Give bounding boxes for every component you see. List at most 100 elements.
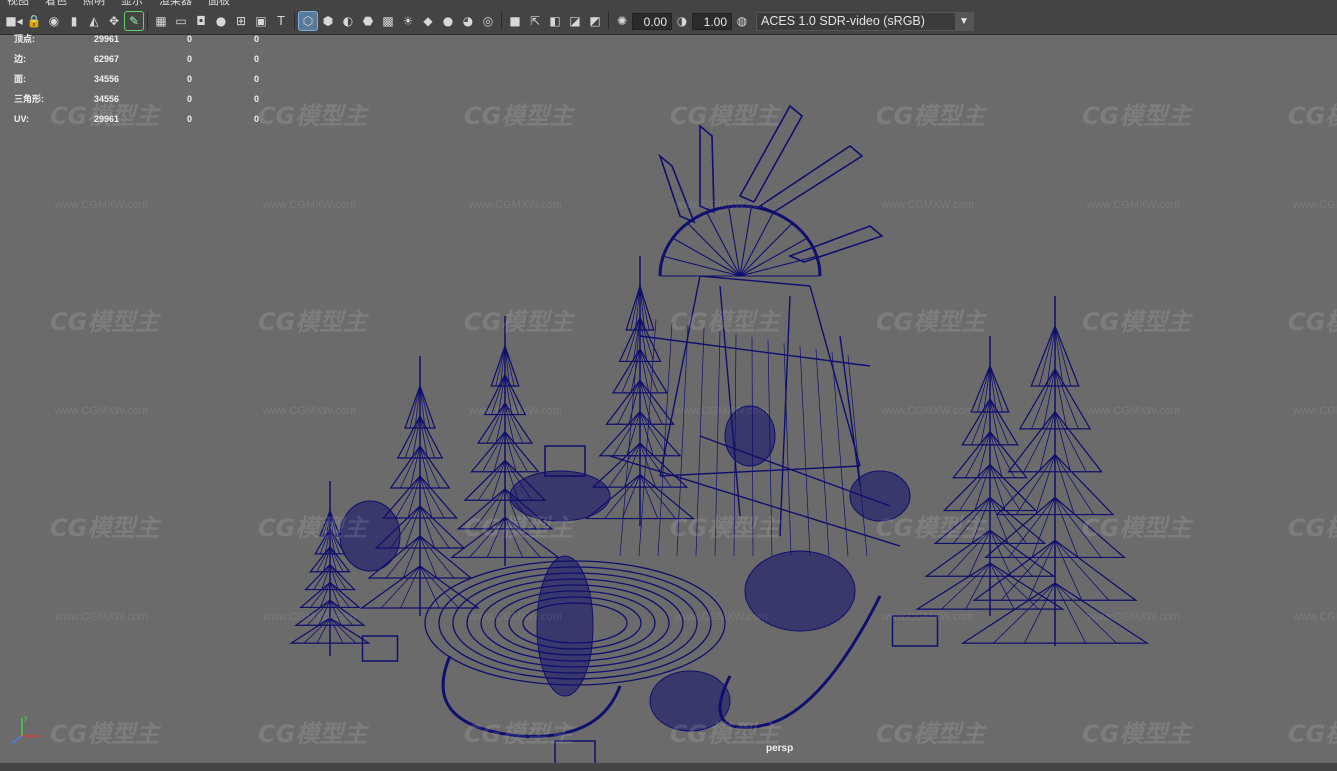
- isolate-select-icon[interactable]: ⇱: [526, 12, 544, 30]
- exposure-icon[interactable]: ✺: [613, 12, 631, 30]
- hud-z1: 0: [187, 74, 193, 84]
- wireframe-icon[interactable]: ⬡: [298, 11, 318, 31]
- watermark-logo: CG模型主: [258, 514, 368, 542]
- watermark-url: www.CGMXW.com: [55, 611, 148, 623]
- watermark-url: www.CGMXW.com: [55, 199, 148, 211]
- watermark-logo: CG模型主: [1288, 720, 1337, 748]
- color-management-icon[interactable]: ◍: [733, 12, 751, 30]
- sculpt-blob: [536, 555, 594, 697]
- menu-item-4[interactable]: 渲染器: [152, 0, 201, 8]
- gate-mask-icon[interactable]: ●: [212, 12, 230, 30]
- pine-tree-right: [1054, 411, 1087, 472]
- watermark-logo: CG模型主: [1288, 514, 1337, 542]
- watermark-logo: CG模型主: [464, 720, 574, 748]
- screen-space-ao-icon[interactable]: ●: [439, 12, 457, 30]
- pine-tree-left: [380, 565, 421, 609]
- textured-icon[interactable]: ▩: [379, 12, 397, 30]
- motion-blur-icon[interactable]: ◕: [459, 12, 477, 30]
- exposure-field[interactable]: 0.00: [632, 12, 672, 30]
- 3d-viewport[interactable]: CG模型主 CG模型主 CG模型主 CG模型主 CG模型主 CG模型主 CG模型主 CG模型主…: [0, 36, 1337, 763]
- tower-frame: [839, 335, 861, 487]
- image-plane-icon[interactable]: ◭: [85, 12, 103, 30]
- watermark-url: www.CGMXW.com: [881, 611, 974, 623]
- tower-frame: [639, 335, 871, 367]
- watermark-logo: CG模型主: [464, 102, 574, 130]
- tower-strut: [847, 354, 868, 557]
- film-gate-icon[interactable]: ▭: [172, 12, 190, 30]
- use-all-lights-icon[interactable]: ☀: [399, 12, 417, 30]
- watermark-logo: CG模型主: [464, 514, 574, 542]
- tower-frame: [699, 275, 811, 287]
- hud-row: 面: 34556 0 0: [14, 74, 274, 94]
- pine-tree-right: [1023, 411, 1056, 472]
- pedestal: [361, 635, 399, 662]
- toolbar-separator: [147, 12, 148, 30]
- hud-label: 面:: [14, 74, 26, 84]
- pine-tree-left: [409, 385, 421, 429]
- viewport-menu-bar: 视图 着色 照明 显示 渲染器 面板: [0, 0, 1337, 8]
- hud-value: 34556: [94, 74, 120, 84]
- menu-item-0[interactable]: 视图: [0, 0, 38, 8]
- watermark-url: www.CGMXW.com: [1087, 199, 1180, 211]
- gamma-icon[interactable]: ◑: [673, 12, 691, 30]
- field-chart-icon[interactable]: ⊞: [232, 12, 250, 30]
- tower-strut: [619, 315, 641, 557]
- bookmark-icon[interactable]: ▮: [65, 12, 83, 30]
- watermark-logo: CG模型主: [258, 308, 368, 336]
- smooth-shade-icon[interactable]: ⬢: [319, 12, 337, 30]
- safe-title-icon[interactable]: T: [272, 12, 290, 30]
- hud-value: 29961: [94, 114, 120, 124]
- xray-icon[interactable]: ◧: [546, 12, 564, 30]
- watermark-logo: CG模型主: [670, 514, 780, 542]
- watermark-url: www.CGMXW.com: [1293, 405, 1337, 417]
- watermark-url: www.CGMXW.com: [675, 199, 768, 211]
- grease-pencil-icon[interactable]: ✎: [124, 11, 144, 31]
- view-transform-dropdown[interactable]: ACES 1.0 SDR-video (sRGB) ▼: [756, 11, 974, 31]
- safe-action-icon[interactable]: ▣: [252, 12, 270, 30]
- camera-lock-icon[interactable]: 🔒: [25, 12, 43, 30]
- depth-of-field-icon[interactable]: ■: [506, 12, 524, 30]
- camera-select-icon[interactable]: ■◂: [5, 12, 23, 30]
- watermark-url: www.CGMXW.com: [469, 199, 562, 211]
- hud-label: 顶点:: [14, 34, 35, 44]
- grid-icon[interactable]: ▦: [152, 12, 170, 30]
- shadows-icon[interactable]: ◆: [419, 12, 437, 30]
- toolbar-separator: [608, 12, 609, 30]
- pine-tree-right: [1038, 325, 1056, 387]
- watermark-url: www.CGMXW.com: [675, 405, 768, 417]
- xray-joints-icon[interactable]: ◪: [566, 12, 584, 30]
- watermark-logo: CG模型主: [876, 720, 986, 748]
- xray-active-icon[interactable]: ◩: [586, 12, 604, 30]
- watermark-url: www.CGMXW.com: [1293, 611, 1337, 623]
- wireframe-on-shaded-icon[interactable]: ⬣: [359, 12, 377, 30]
- gamma-field[interactable]: 1.00: [692, 12, 732, 30]
- watermark-url: www.CGMXW.com: [469, 611, 562, 623]
- crown-arc: [658, 204, 822, 277]
- hud-row: 顶点: 29961 0 0: [14, 34, 274, 54]
- pine-tree-right-2: [941, 562, 991, 610]
- camera-attributes-icon[interactable]: ◉: [45, 12, 63, 30]
- menu-item-1[interactable]: 着色: [38, 0, 76, 8]
- anti-aliasing-icon[interactable]: ◎: [479, 12, 497, 30]
- chevron-down-icon[interactable]: ▼: [955, 12, 973, 30]
- viewport-bottom-edge: [0, 763, 1337, 771]
- watermark-url: www.CGMXW.com: [675, 611, 768, 623]
- resolution-gate-icon[interactable]: ◘: [192, 12, 210, 30]
- menu-item-5[interactable]: 面板: [201, 0, 239, 8]
- wireframe-scene: [289, 104, 1150, 763]
- menu-item-2[interactable]: 照明: [76, 0, 114, 8]
- 2d-pan-zoom-icon[interactable]: ✥: [105, 12, 123, 30]
- menu-item-3[interactable]: 显示: [114, 0, 152, 8]
- viewport-toolbar: ■◂ 🔒 ◉ ▮ ◭ ✥ ✎ ▦ ▭ ◘ ● ⊞ ▣ T ⬡ ⬢ ◐ ⬣ ▩ ☀ ◆ ● ◕ ◎ ■ ⇱ ◧ ◪ ◩ ✺ 0.00 ◑ 1.00…: [0, 8, 1337, 35]
- default-material-icon[interactable]: ◐: [339, 12, 357, 30]
- pine-tree-right: [1054, 411, 1102, 472]
- hud-row: 边: 62967 0 0: [14, 54, 274, 74]
- hud-label: 边:: [14, 54, 26, 64]
- axis-y-label: y: [24, 715, 28, 722]
- pine-tree-left-2: [504, 345, 515, 387]
- hud-z2: 0: [254, 74, 260, 84]
- watermark-logo: CG模型主: [1082, 102, 1192, 130]
- pine-tree-right: [1054, 368, 1091, 430]
- pine-tree-right-2: [989, 365, 1003, 413]
- watermark-url: www.CGMXW.com: [1087, 611, 1180, 623]
